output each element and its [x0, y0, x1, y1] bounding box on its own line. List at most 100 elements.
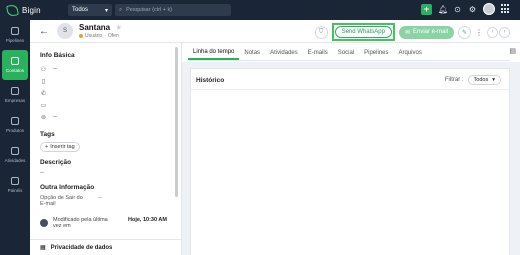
nav-label: Painéis: [7, 188, 23, 193]
nav-item-contacts[interactable]: Contatos: [2, 50, 28, 80]
tab-emails[interactable]: E-mails: [303, 50, 333, 60]
filter-select[interactable]: Todos ▾: [467, 75, 501, 85]
data-privacy-section[interactable]: ▦ Privacidade de dados: [30, 239, 181, 255]
description-value[interactable]: --: [40, 170, 181, 176]
apps-grid-icon[interactable]: [501, 4, 511, 14]
shield-icon[interactable]: ⛉: [314, 25, 328, 39]
left-nav: Pipelines Contatos Empresas Produtos Ati…: [0, 20, 30, 255]
module-select[interactable]: Todos ▾: [68, 4, 112, 16]
products-icon: [11, 117, 19, 125]
nav-label: Atividades: [4, 158, 26, 163]
edit-button[interactable]: ✎: [458, 25, 471, 39]
field-row[interactable]: ▯: [40, 75, 181, 87]
bell-icon[interactable]: 🔔︎: [438, 5, 448, 14]
field-row[interactable]: ⚇ --: [40, 63, 181, 75]
search-input[interactable]: ⌕ Pesquisar (ctrl + k): [115, 4, 231, 16]
plus-icon: +: [45, 144, 49, 150]
activities-icon: [11, 147, 19, 155]
filter-select-value: Todos: [473, 77, 489, 83]
modified-date: Hoje, 10:30 AM: [128, 217, 167, 223]
tags-title: Tags: [40, 131, 55, 138]
gear-icon[interactable]: ⚙: [468, 5, 477, 14]
modifier-avatar: [40, 219, 48, 227]
tab-notes[interactable]: Notas: [239, 50, 265, 60]
field-row[interactable]: ▭: [40, 99, 181, 111]
record-tabs: Linha do tempo Notas Atividades E-mails …: [188, 45, 510, 61]
field-value: --: [53, 66, 57, 72]
send-email-button[interactable]: ✉ Enviar e-mail: [398, 25, 454, 39]
module-select-value: Todos: [72, 7, 89, 13]
previous-record-icon[interactable]: ‹: [487, 26, 498, 38]
data-privacy-label: Privacidade de dados: [50, 244, 113, 251]
field-row[interactable]: ✆: [40, 87, 181, 99]
top-bar: Bigin Todos ▾ ⌕ Pesquisar (ctrl + k) + 🔔…: [0, 0, 520, 20]
owner-icon: [79, 34, 83, 38]
nav-label: Pipelines: [5, 38, 25, 43]
details-scrollbar[interactable]: [175, 47, 178, 197]
add-tag-button[interactable]: + Inserir tag: [40, 142, 80, 152]
more-options-icon[interactable]: ⋮: [475, 28, 483, 37]
contact-avatar[interactable]: S: [57, 23, 73, 39]
tab-social[interactable]: Social: [333, 50, 359, 60]
plus-icon: +: [423, 3, 430, 14]
whatsapp-highlight: Send WhatsApp: [331, 23, 395, 41]
card-icon: ▭: [40, 102, 47, 109]
record-header: ← S Santana ★ Usuário · Ofen ⛉ Send What…: [30, 20, 520, 43]
history-title: Histórico: [196, 77, 225, 84]
tab-timeline[interactable]: Linha do tempo: [188, 49, 240, 60]
nav-item-products[interactable]: Produtos: [0, 110, 30, 140]
search-icon: ⌕: [119, 6, 123, 13]
tab-activities[interactable]: Atividades: [265, 50, 303, 60]
modified-label: Modificado pela última vez em: [53, 217, 108, 229]
app-logo[interactable]: Bigin: [6, 3, 59, 17]
nav-item-activities[interactable]: Atividades: [0, 140, 30, 170]
grid-icon: ▦: [40, 245, 46, 251]
tab-files[interactable]: Arquivos: [393, 50, 426, 60]
contact-name: Santana: [79, 23, 111, 32]
chevron-down-icon: ▾: [104, 7, 108, 14]
bigin-logo-icon: [6, 3, 19, 17]
phone-icon: ✆: [40, 90, 47, 97]
nav-label: Produtos: [5, 128, 24, 133]
nav-item-companies[interactable]: Empresas: [0, 80, 30, 110]
favorite-star-icon[interactable]: ★: [115, 23, 122, 32]
history-card: Histórico Filtrar : Todos ▾: [190, 68, 510, 255]
person-icon: ⚇: [40, 66, 47, 73]
filter-label: Filtrar :: [444, 77, 464, 83]
nav-item-pipelines[interactable]: Pipelines: [0, 20, 30, 50]
mail-icon: ✉: [404, 29, 410, 36]
tab-pipelines[interactable]: Pipelines: [359, 50, 393, 60]
nav-label: Empresas: [4, 98, 26, 103]
nav-item-dashboards[interactable]: Painéis: [0, 170, 30, 200]
pipelines-icon: [11, 27, 19, 35]
details-panel: Info Básica ⚇ -- ▯ ✆ ▭ ⊚ -- Tags + Inser…: [30, 43, 182, 255]
field-value: --: [53, 114, 57, 120]
help-icon[interactable]: ⊙: [453, 5, 462, 14]
description-title: Descrição: [40, 159, 72, 166]
chevron-down-icon: ▾: [492, 77, 495, 83]
side-panel-icon[interactable]: ▤: [509, 47, 516, 55]
other-info-title: Outra Informação: [40, 184, 95, 191]
app-name: Bigin: [22, 5, 41, 15]
field-row[interactable]: ⊚ --: [40, 111, 181, 123]
contacts-icon: [11, 57, 19, 65]
next-record-icon[interactable]: ›: [499, 26, 510, 38]
basic-info-title: Info Básica: [40, 52, 75, 59]
add-tag-label: Inserir tag: [50, 144, 75, 150]
companies-icon: [11, 87, 19, 95]
email-optout-value[interactable]: --: [98, 195, 102, 207]
search-placeholder: Pesquisar (ctrl + k): [126, 7, 173, 13]
email-optout-label: Opção de Sair do E-mail: [40, 195, 83, 207]
history-filter: Filtrar : Todos ▾: [445, 75, 501, 85]
nav-label: Contatos: [5, 68, 24, 73]
location-icon: ⊚: [40, 114, 47, 121]
owner-role: Usuário: [85, 33, 103, 39]
mobile-icon: ▯: [41, 78, 46, 85]
back-arrow-icon[interactable]: ←: [39, 26, 49, 37]
owner-name[interactable]: Ofen: [108, 33, 119, 39]
send-whatsapp-button[interactable]: Send WhatsApp: [334, 26, 392, 38]
divider: [191, 89, 509, 90]
user-avatar[interactable]: [483, 3, 495, 15]
send-email-label: Enviar e-mail: [412, 29, 448, 35]
quick-create-button[interactable]: +: [421, 3, 432, 15]
